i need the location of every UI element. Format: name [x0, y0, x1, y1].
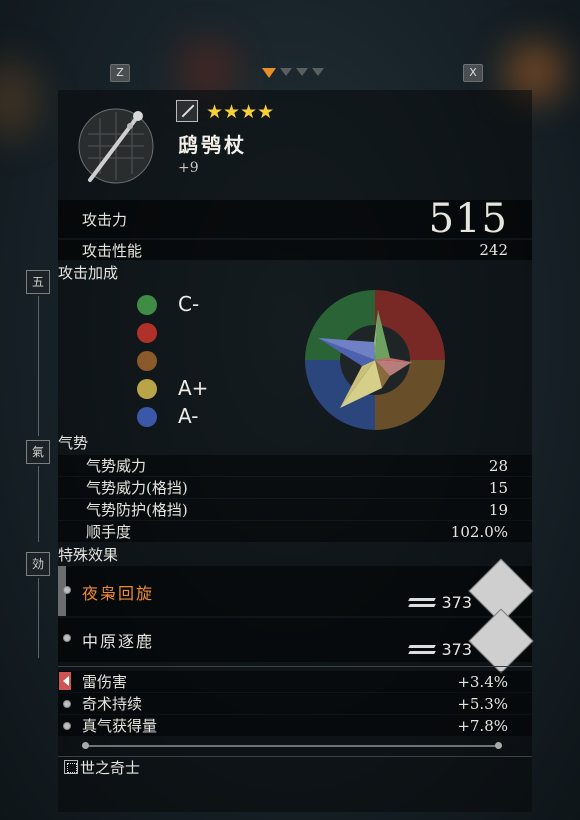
skill-name: 夜枭回旋: [82, 584, 155, 603]
bonus-row: 雷伤害 +3.4%: [58, 671, 532, 692]
bonus-value: +3.4%: [457, 672, 508, 691]
metal-icon: [137, 379, 157, 399]
skill-row[interactable]: 夜枭回旋 373: [58, 558, 534, 624]
scroll-knob[interactable]: [82, 742, 89, 749]
ki-stat-value: 15: [488, 478, 508, 497]
list-bullet: [63, 586, 71, 594]
section-divider-line: [38, 466, 39, 542]
bonus-row: 真气获得量 +7.8%: [58, 715, 532, 736]
ki-stat-label: 气势威力: [86, 457, 147, 475]
ki-stat-value: 19: [488, 500, 508, 519]
ki-stat-value: 28: [488, 456, 508, 475]
skill-row[interactable]: 中原逐鹿 373: [58, 608, 534, 674]
weapon-level: +9: [178, 160, 199, 176]
bonus-label: 奇术持续: [82, 695, 143, 713]
section-badge-ki: 氣: [26, 440, 50, 464]
section-divider-line: [38, 296, 39, 436]
ki-stat-row: 气势威力 28: [58, 455, 532, 476]
separator: [58, 666, 532, 667]
ki-gauge-icon: [409, 598, 435, 608]
page-indicator: [262, 68, 324, 78]
page-dot[interactable]: [312, 68, 324, 76]
ki-section-title: 气势: [58, 434, 89, 452]
ki-stat-row: 气势威力(格挡) 15: [58, 477, 532, 498]
weapon-name: 鸱鸮杖: [178, 133, 247, 157]
earth-icon: [137, 351, 157, 371]
list-bullet: [63, 722, 71, 730]
rarity-stars: ★★★★: [206, 101, 275, 123]
attack-row: 攻击力 515: [58, 196, 532, 242]
skill-cost: 373: [409, 593, 472, 612]
bonus-label: 真气获得量: [82, 717, 158, 735]
list-bullet: [63, 700, 71, 708]
effects-section-title: 特殊效果: [58, 546, 119, 564]
water-grade: A-: [178, 404, 199, 428]
skill-name: 中原逐鹿: [82, 632, 155, 651]
lightning-tag-icon: [59, 672, 71, 690]
page-dot[interactable]: [296, 68, 308, 76]
list-bullet: [63, 634, 71, 642]
attack-label: 攻击力: [82, 210, 128, 229]
water-icon: [137, 407, 157, 427]
ki-stat-label: 气势威力(格挡): [86, 479, 188, 497]
section-badge-effects: 効: [26, 552, 50, 576]
skill-cost-value: 373: [441, 640, 472, 659]
bonus-row: 奇术持续 +5.3%: [58, 693, 532, 714]
bonus-label: 雷伤害: [82, 673, 128, 691]
ki-stat-row: 顺手度 102.0%: [58, 521, 532, 542]
bonus-value: +7.8%: [457, 716, 508, 735]
skill-cost: 373: [409, 640, 472, 659]
performance-row: 攻击性能 242: [58, 240, 532, 260]
background-glow: [0, 60, 40, 140]
weapon-type-icon: [176, 100, 198, 122]
five-elements-star-chart: [305, 290, 445, 430]
scaling-section-title: 攻击加成: [58, 264, 119, 282]
performance-label: 攻击性能: [82, 241, 143, 260]
set-seal-icon: [64, 760, 78, 774]
scroll-track[interactable]: [82, 742, 502, 750]
bonus-value: +5.3%: [457, 694, 508, 713]
staff-weapon-icon: [78, 108, 154, 184]
scroll-knob[interactable]: [495, 742, 502, 749]
wood-icon: [137, 295, 157, 315]
page-dot-active[interactable]: [262, 68, 276, 78]
ki-stat-label: 顺手度: [86, 523, 132, 541]
skill-cost-value: 373: [441, 593, 472, 612]
metal-grade: A+: [178, 376, 209, 400]
performance-value: 242: [479, 241, 508, 259]
next-page-key[interactable]: X: [463, 64, 483, 82]
set-name: 世之奇士: [80, 759, 141, 777]
prev-page-key[interactable]: Z: [110, 64, 130, 82]
fire-icon: [137, 323, 157, 343]
attack-value: 515: [428, 196, 508, 242]
ki-stat-label: 气势防护(格挡): [86, 501, 188, 519]
page-dot[interactable]: [280, 68, 292, 76]
section-badge-five-elements: 五: [26, 270, 50, 294]
ki-stat-value: 102.0%: [450, 522, 508, 541]
ki-stat-row: 气势防护(格挡) 19: [58, 499, 532, 520]
scroll-track-line: [86, 745, 498, 747]
section-divider-line: [38, 578, 39, 658]
wood-grade: C-: [178, 292, 200, 316]
ki-gauge-icon: [409, 645, 435, 655]
